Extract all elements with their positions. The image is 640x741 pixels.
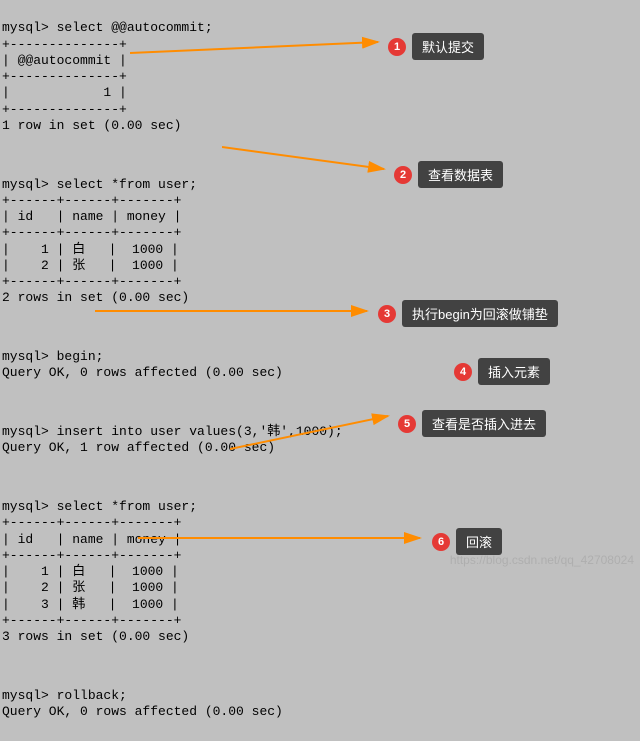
sql-block-select-user: mysql> select *from user; +------+------… [2,177,638,307]
callout-2: 2 查看数据表 [394,161,503,188]
callout-6: 6 回滚 [432,528,502,555]
callout-3: 3 执行begin为回滚做铺垫 [378,300,558,327]
callout-label: 回滚 [456,528,502,555]
callout-4: 4 插入元素 [454,358,550,385]
badge-number: 2 [394,166,412,184]
callout-label: 默认提交 [412,33,484,60]
badge-number: 6 [432,533,450,551]
sql-block-rollback: mysql> rollback; Query OK, 0 rows affect… [2,688,638,721]
sql-block-select-after: mysql> select *from user; +------+------… [2,499,638,645]
callout-label: 执行begin为回滚做铺垫 [402,300,558,327]
callout-label: 查看是否插入进去 [422,410,546,437]
badge-number: 5 [398,415,416,433]
callout-label: 插入元素 [478,358,550,385]
callout-label: 查看数据表 [418,161,503,188]
sql-block-autocommit: mysql> select @@autocommit; +-----------… [2,20,638,134]
badge-number: 1 [388,38,406,56]
callout-1: 1 默认提交 [388,33,484,60]
badge-number: 3 [378,305,396,323]
watermark: https://blog.csdn.net/qq_42708024 [450,553,634,567]
badge-number: 4 [454,363,472,381]
callout-5: 5 查看是否插入进去 [398,410,546,437]
